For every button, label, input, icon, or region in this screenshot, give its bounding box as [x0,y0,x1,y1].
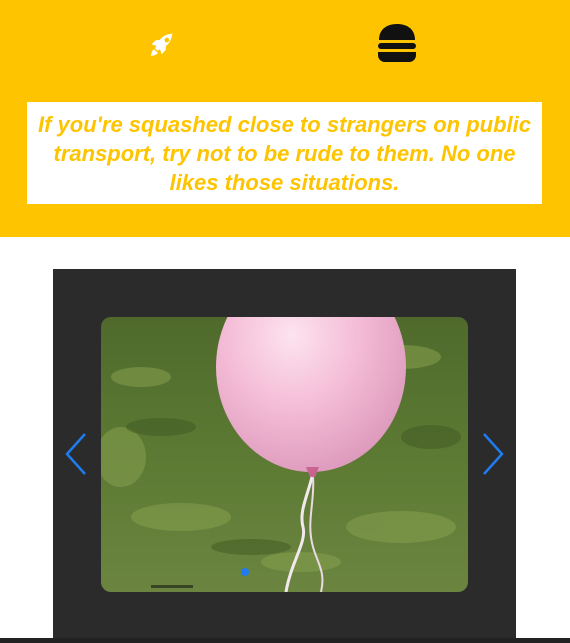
chevron-right-icon [483,433,504,475]
quote-box: If you're squashed close to strangers on… [27,102,542,204]
bottom-divider [0,638,570,643]
logo-button[interactable] [147,30,177,60]
menu-button[interactable] [375,22,419,64]
header-bar: If you're squashed close to strangers on… [0,0,570,237]
carousel-next-button[interactable] [478,429,508,479]
chevron-left-icon [65,433,86,475]
image-carousel [53,269,516,643]
carousel-prev-button[interactable] [61,429,91,479]
hamburger-icon [378,24,416,62]
quote-text: If you're squashed close to strangers on… [37,111,531,195]
carousel-slide-image [101,317,468,592]
rocket-icon [151,32,174,56]
